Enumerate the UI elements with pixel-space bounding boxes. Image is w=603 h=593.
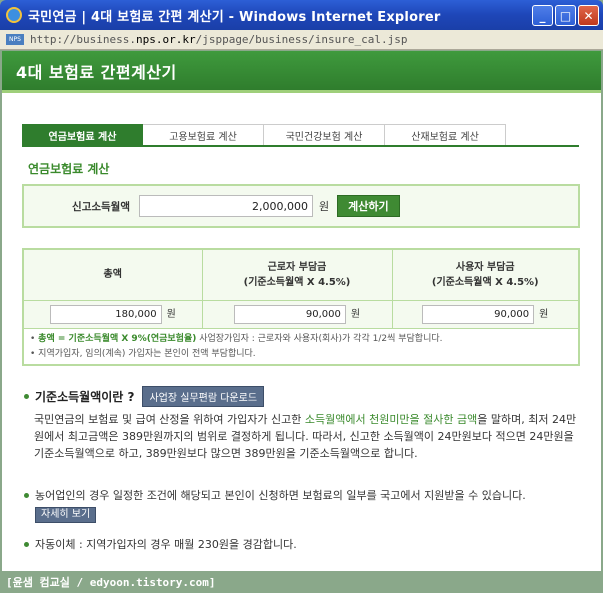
tab-industrial-accident[interactable]: 산재보험료 계산: [385, 124, 506, 146]
employee-header: 근로자 부담금 (기준소득월액 X 4.5%): [202, 250, 393, 301]
page-header: 4대 보험료 간편계산기: [2, 51, 601, 93]
page-content: 4대 보험료 간편계산기 연금보험료 계산 고용보험료 계산 국민건강보험 계산…: [2, 51, 601, 571]
total-header: 총액: [24, 250, 203, 301]
employer-unit: 원: [539, 308, 549, 320]
income-input-box: 신고소득월액 원 계산하기: [22, 184, 580, 228]
bullet-icon: [24, 541, 29, 547]
section-title: 연금보험료 계산: [28, 162, 110, 176]
employee-amount-field[interactable]: [233, 304, 346, 324]
employee-unit: 원: [350, 308, 361, 320]
internet-explorer-icon: [6, 7, 22, 23]
maximize-button[interactable]: □: [555, 5, 576, 26]
total-unit: 원: [166, 308, 176, 320]
income-label: 신고소득월액: [72, 200, 130, 213]
farmer-info-row: 농어업인의 경우 일정한 조건에 해당되고 본인이 신청하면 보험료의 일부를 …: [24, 487, 584, 523]
tab-employment[interactable]: 고용보험료 계산: [143, 124, 264, 146]
note-total-formula: • 총액 = 기준소득월액 X 9%(연금보험율) 사업장가입자 : 근로자와 …: [30, 334, 443, 344]
result-notes: • 총액 = 기준소득월액 X 9%(연금보험율) 사업장가입자 : 근로자와 …: [24, 328, 578, 364]
total-cell: 원: [24, 300, 203, 328]
total-amount-field[interactable]: [49, 304, 162, 324]
employer-header: 사용자 부담금 (기준소득월액 X 4.5%): [392, 250, 578, 301]
tab-health[interactable]: 국민건강보험 계산: [264, 124, 385, 146]
auto-transfer-row: 자동이체 : 지역가입자의 경우 매월 230원을 경감합니다.: [24, 536, 297, 552]
calculate-button[interactable]: 계산하기: [337, 195, 400, 217]
employer-amount-field[interactable]: [422, 304, 535, 324]
info-title: 기준소득월액이란 ?: [35, 390, 135, 404]
address-bar[interactable]: NPS http://business.nps.or.kr/jsppage/bu…: [0, 30, 603, 50]
info-paragraph: 국민연금의 보험료 및 급여 산정을 위하여 가입자가 신고한 소득월액에서 천…: [34, 413, 577, 460]
window-titlebar[interactable]: 국민연금 | 4대 보험료 간편 계산기 - Windows Internet …: [0, 0, 603, 30]
watermark-footer: [윤샘 컴교실 / edyoon.tistory.com]: [0, 571, 603, 593]
calculator-tabs: 연금보험료 계산 고용보험료 계산 국민건강보험 계산 산재보험료 계산: [22, 124, 506, 146]
result-table: 총액 근로자 부담금 (기준소득월액 X 4.5%) 사용자 부담금 (기준소득월액…: [24, 250, 578, 328]
page-title: 4대 보험료 간편계산기: [16, 62, 177, 82]
minimize-button[interactable]: _: [532, 5, 553, 26]
income-unit: 원: [319, 200, 330, 213]
site-favicon-icon: NPS: [6, 34, 24, 45]
farmer-info-text: 농어업인의 경우 일정한 조건에 해당되고 본인이 신청하면 보험료의 일부를 …: [35, 487, 575, 523]
tab-pension[interactable]: 연금보험료 계산: [22, 124, 143, 146]
income-input[interactable]: [139, 195, 313, 217]
window-controls: _ □ ✕: [532, 5, 599, 26]
auto-transfer-text: 자동이체 : 지역가입자의 경우 매월 230원을 경감합니다.: [35, 538, 297, 551]
close-button[interactable]: ✕: [578, 5, 599, 26]
result-box: 총액 근로자 부담금 (기준소득월액 X 4.5%) 사용자 부담금 (기준소득월액…: [22, 248, 580, 366]
bullet-icon: [24, 394, 29, 399]
address-url[interactable]: http://business.nps.or.kr/jsppage/busine…: [30, 33, 408, 46]
note-regional: • 지역가입자, 임의(계속) 가입자는 본인이 전액 부담합니다.: [30, 349, 256, 359]
info-title-row: 기준소득월액이란 ? 사업장 실무편람 다운로드: [24, 386, 265, 407]
watermark-text: [윤샘 컴교실 / edyoon.tistory.com]: [6, 576, 216, 589]
employee-cell: 원: [202, 300, 393, 328]
detail-view-button[interactable]: 자세히 보기: [35, 507, 97, 523]
window-title: 국민연금 | 4대 보험료 간편 계산기 - Windows Internet …: [28, 9, 441, 25]
employer-cell: 원: [392, 300, 578, 328]
bullet-icon: [24, 493, 29, 498]
download-manual-button[interactable]: 사업장 실무편람 다운로드: [142, 386, 265, 407]
tab-underline: [22, 145, 579, 147]
